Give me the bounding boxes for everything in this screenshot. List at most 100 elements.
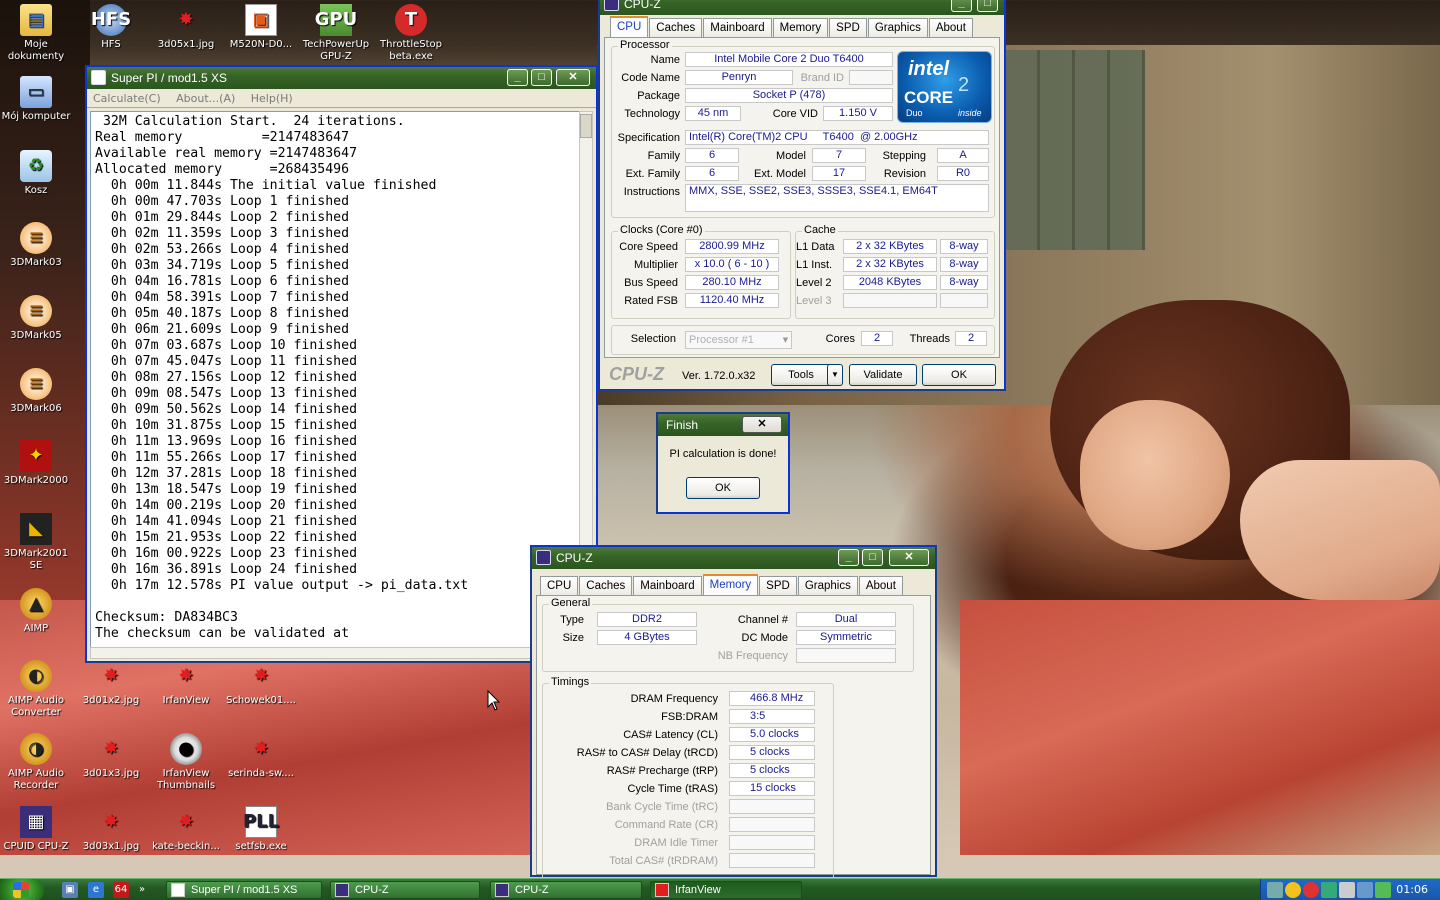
desktop-icon[interactable]: ▦ CPUID CPU-Z [1, 806, 71, 853]
desktop-icon[interactable]: ✸ 3d03x1.jpg [76, 806, 146, 853]
app-64-icon[interactable]: 64 [113, 882, 129, 898]
desktop-icon[interactable]: ◣ 3DMark2001 SE [1, 513, 71, 572]
finish-dialog[interactable]: Finish ✕ PI calculation is done! OK [657, 413, 789, 513]
close-button[interactable]: ✕ [556, 69, 590, 86]
restore-button[interactable]: □ [977, 0, 998, 12]
volume-icon[interactable] [1357, 882, 1373, 898]
desktop-icon[interactable]: ▲ AIMP [1, 588, 71, 635]
cpuz-titlebar[interactable]: CPU-Z _ □ [600, 0, 1004, 15]
tray-icon-1[interactable] [1267, 882, 1283, 898]
desktop-icon[interactable]: ≡ 3DMark03 [1, 222, 71, 269]
tray-icon-2[interactable] [1285, 882, 1301, 898]
minimize-button[interactable]: _ [507, 69, 528, 86]
selection-dropdown[interactable]: Processor #1 [685, 331, 792, 349]
tab-memory[interactable]: Memory [702, 574, 759, 595]
image-splat-icon: ✸ [178, 665, 194, 686]
menu-help[interactable]: Help(H) [251, 92, 293, 105]
l1data-label: L1 Data [796, 241, 835, 253]
desktop-icon[interactable]: ● IrfanView Thumbnails [151, 733, 221, 792]
desktop-icon[interactable]: ✸ IrfanView [151, 660, 221, 707]
output-line: 0h 08m 27.156s Loop 12 finished [95, 370, 358, 385]
minimize-button[interactable]: _ [838, 549, 859, 566]
desktop-icon[interactable]: ♻ Kosz [1, 150, 71, 197]
finish-ok-button[interactable]: OK [686, 477, 760, 499]
desktop-icon[interactable]: ✸ 3d01x2.jpg [76, 660, 146, 707]
desktop-icon[interactable]: ✸ Schowek01.... [226, 660, 296, 707]
tab-mainboard[interactable]: Mainboard [633, 576, 702, 595]
start-button[interactable] [0, 879, 44, 900]
system-tray: 01:06 [1260, 879, 1440, 900]
taskbar-item-superpi[interactable]: Super PI / mod1.5 XS [166, 881, 322, 899]
tab-graphics[interactable]: Graphics [797, 576, 858, 595]
quicklaunch-more-icon[interactable]: » [136, 882, 148, 898]
finish-titlebar[interactable]: Finish ✕ [658, 414, 788, 436]
tray-icon-7[interactable] [1375, 882, 1391, 898]
validate-button[interactable]: Validate [849, 364, 917, 386]
close-button[interactable]: ✕ [742, 416, 782, 433]
desktop-icon[interactable]: ✸ kate-beckin... [151, 806, 221, 853]
internet-explorer-icon[interactable]: e [88, 882, 104, 898]
desktop-icon-label: Moje dokumenty [7, 39, 65, 62]
superpi-output[interactable]: 32M Calculation Start. 24 iterations. Rea… [90, 111, 580, 651]
taskbar-item-cpuz-1[interactable]: CPU-Z [330, 881, 480, 899]
desktop-icon[interactable]: PLL setfsb.exe [226, 806, 296, 853]
desktop-icon[interactable]: ▤ Moje dokumenty [1, 4, 71, 63]
desktop-icon[interactable]: HFS HFS [76, 4, 146, 51]
tab-spd[interactable]: SPD [829, 18, 867, 37]
chevron-down-icon[interactable]: ▼ [780, 333, 791, 347]
close-button[interactable]: ✕ [889, 549, 929, 566]
desktop-icon[interactable]: ◐ AIMP Audio Converter [1, 660, 71, 719]
tab-cpu[interactable]: CPU [610, 16, 649, 37]
scroll-thumb[interactable] [580, 114, 592, 138]
nbfreq-value [796, 648, 896, 663]
menu-about[interactable]: About...(A) [176, 92, 235, 105]
clock[interactable]: 01:06 [1396, 879, 1428, 900]
tray-icon-3[interactable] [1303, 882, 1319, 898]
output-line: 0h 07m 45.047s Loop 11 finished [95, 354, 358, 369]
taskbar-item-irfanview[interactable]: IrfanView [650, 881, 802, 899]
tab-memory[interactable]: Memory [772, 18, 829, 37]
tab-graphics[interactable]: Graphics [867, 18, 928, 37]
maximize-button[interactable]: □ [862, 549, 883, 566]
desktop-icon[interactable]: GPU TechPowerUp GPU-Z [301, 4, 371, 63]
safely-remove-icon[interactable] [1339, 882, 1355, 898]
tab-mainboard[interactable]: Mainboard [703, 18, 772, 37]
cpuz-mem-titlebar[interactable]: CPU-Z _ □ ✕ [532, 547, 935, 569]
desktop-icon[interactable]: ✸ 3d01x3.jpg [76, 733, 146, 780]
timing-label: Total CAS# (tRDRAM) [609, 855, 718, 867]
output-line: Allocated memory =268435496 [95, 162, 350, 177]
tab-cpu[interactable]: CPU [540, 576, 579, 595]
desktop-icon[interactable]: ✸ serinda-sw.... [226, 733, 296, 780]
desktop-icon[interactable]: ≡ 3DMark06 [1, 368, 71, 415]
desktop-icon[interactable]: ✦ 3DMark2000 [1, 440, 71, 487]
network-icon[interactable] [1321, 882, 1337, 898]
horizontal-scrollbar[interactable] [90, 647, 580, 659]
ok-button[interactable]: OK [922, 364, 996, 386]
output-line: 0h 09m 08.547s Loop 13 finished [95, 386, 358, 401]
show-desktop-icon[interactable]: ▣ [62, 882, 78, 898]
tab-caches[interactable]: Caches [649, 18, 703, 37]
maximize-button[interactable]: □ [531, 69, 552, 86]
desktop-icon[interactable]: ▭ Mój komputer [1, 76, 71, 123]
tab-spd[interactable]: SPD [759, 576, 797, 595]
desktop-icon[interactable]: ✸ 3d05x1.jpg [151, 4, 221, 51]
3dmark-icon: ≡ [20, 295, 52, 327]
tab-caches[interactable]: Caches [579, 576, 633, 595]
tab-about[interactable]: About [928, 18, 973, 37]
superpi-titlebar[interactable]: Super PI / mod1.5 XS _ □ ✕ [87, 67, 596, 89]
superpi-window[interactable]: Super PI / mod1.5 XS _ □ ✕ Calculate(C) … [86, 66, 597, 662]
tools-dropdown-icon[interactable]: ▼ [827, 364, 843, 386]
desktop-icon-label: TechPowerUp GPU-Z [302, 39, 370, 62]
timing-label: DRAM Frequency [630, 693, 718, 705]
timing-label: Command Rate (CR) [614, 819, 718, 831]
menu-calculate[interactable]: Calculate(C) [93, 92, 161, 105]
minimize-button[interactable]: _ [951, 0, 972, 12]
taskbar-item-cpuz-2[interactable]: CPU-Z [490, 881, 642, 899]
desktop-icon[interactable]: ◑ AIMP Audio Recorder [1, 733, 71, 792]
desktop-icon[interactable]: T ThrottleStop beta.exe [376, 4, 446, 63]
intel-core2-logo: intel CORE 2 Duo inside [897, 51, 992, 123]
desktop-icon[interactable]: ▣ M520N-D0... [226, 4, 296, 51]
tab-about[interactable]: About [858, 576, 903, 595]
desktop-icon[interactable]: ≡ 3DMark05 [1, 295, 71, 342]
tools-button[interactable]: Tools [771, 364, 831, 386]
